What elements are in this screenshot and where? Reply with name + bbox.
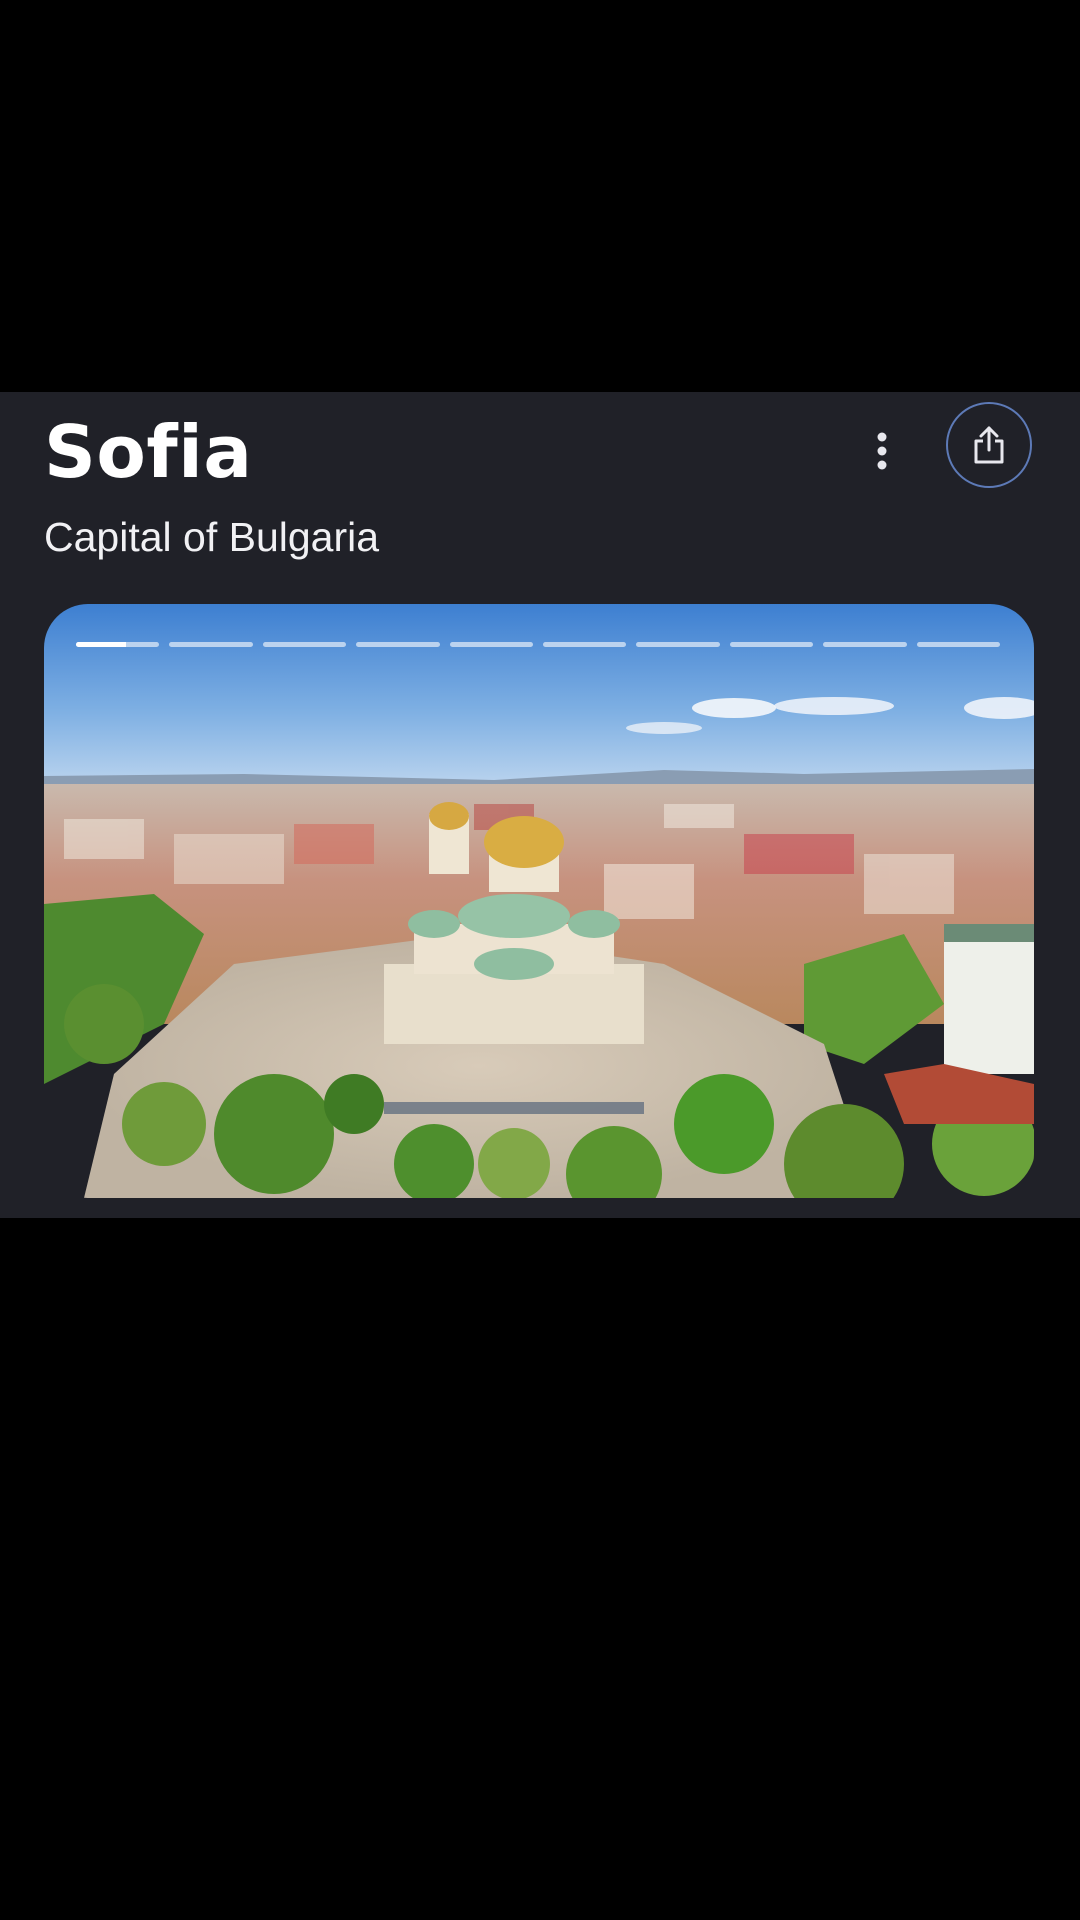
- place-title: Sofia: [44, 410, 253, 494]
- progress-segment: [356, 642, 440, 647]
- more-vert-icon: [877, 432, 887, 470]
- progress-segment: [823, 642, 907, 647]
- share-icon: [974, 426, 1004, 464]
- city-aerial-image: [44, 604, 1034, 1198]
- gallery-progress: [76, 642, 1001, 648]
- place-subtitle: Capital of Bulgaria: [44, 514, 380, 560]
- progress-segment: [262, 642, 347, 647]
- more-options-button[interactable]: [856, 418, 908, 484]
- progress-segment: [916, 642, 1001, 647]
- place-photo[interactable]: [44, 604, 1034, 1198]
- progress-segment-fill: [76, 642, 127, 647]
- progress-segment: [76, 642, 160, 647]
- progress-segment: [449, 642, 534, 647]
- screen: Sofia Capital of Bulgaria: [0, 0, 1080, 1920]
- progress-segment: [636, 642, 720, 647]
- share-button[interactable]: [946, 402, 1032, 488]
- progress-segment: [543, 642, 627, 647]
- progress-segment: [169, 642, 253, 647]
- progress-segment: [729, 642, 814, 647]
